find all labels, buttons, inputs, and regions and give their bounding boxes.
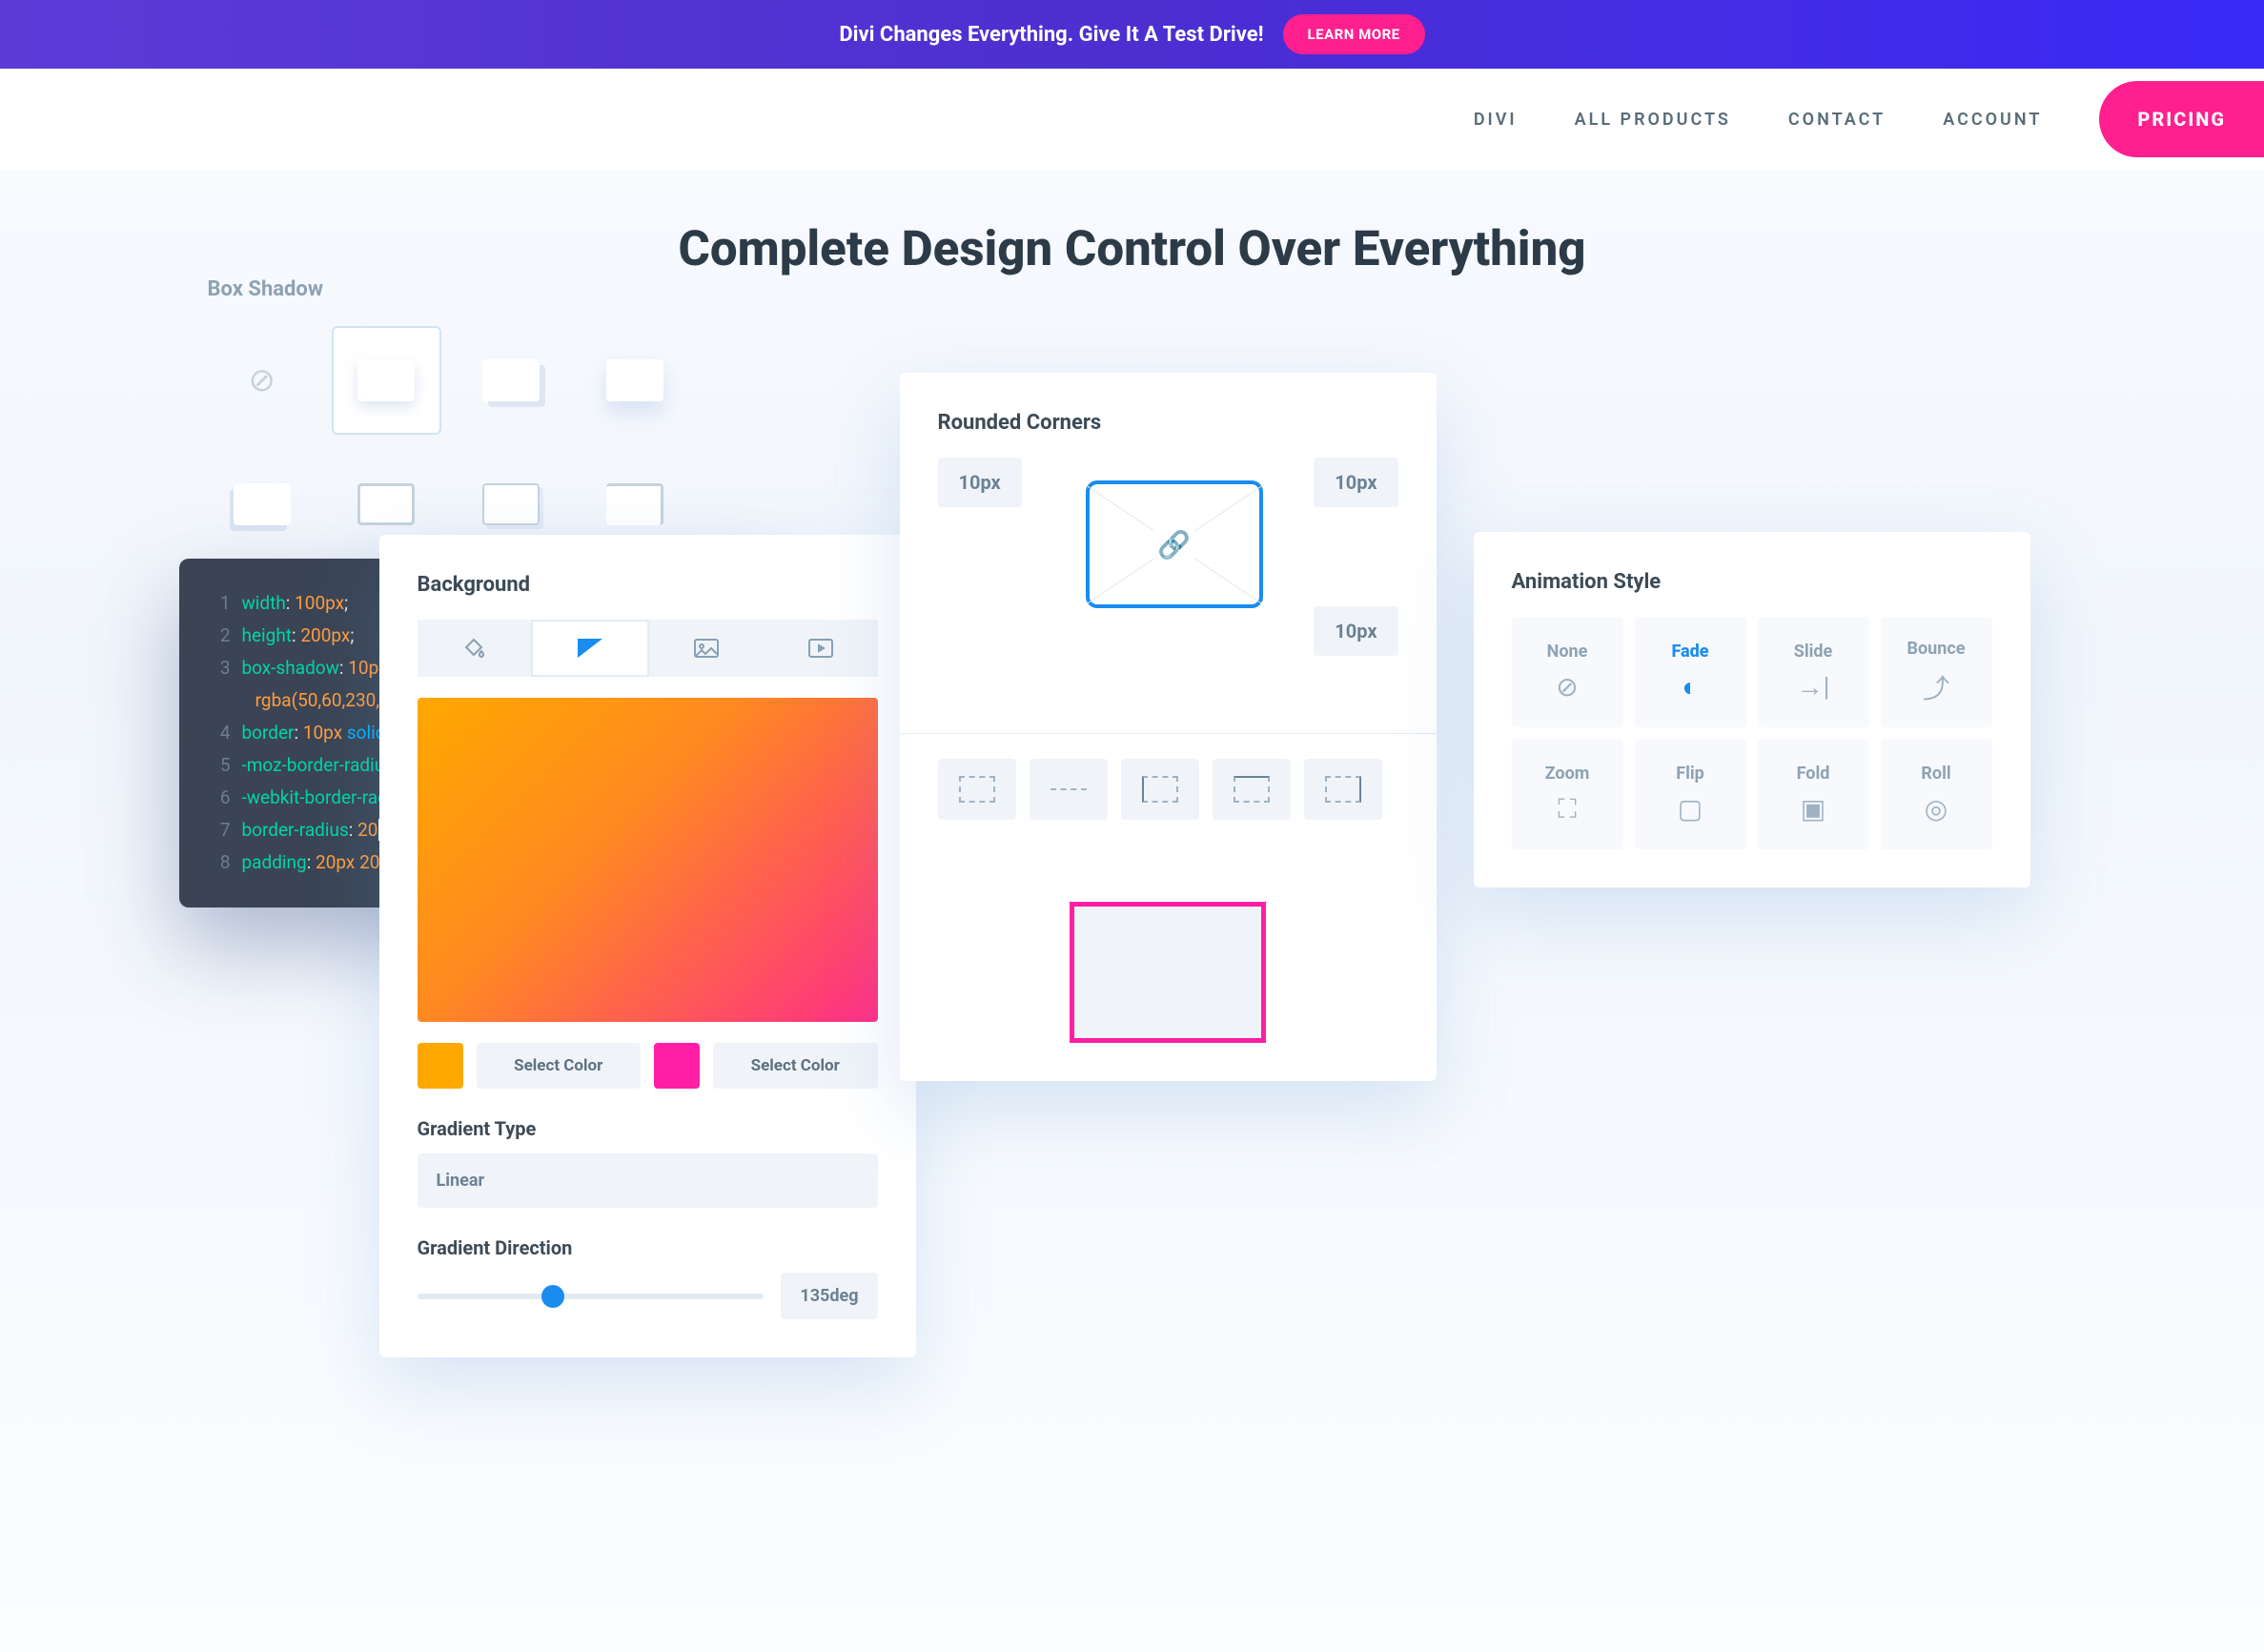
shadow-none[interactable]: ⊘ xyxy=(208,326,317,435)
page-title: Complete Design Control Over Everything xyxy=(0,221,2264,277)
anim-label: Zoom xyxy=(1545,764,1590,784)
corner-bottom-right[interactable]: 10px xyxy=(1314,606,1397,656)
gradient-type-select[interactable]: Linear xyxy=(418,1153,878,1208)
nav-all-products[interactable]: ALL PRODUCTS xyxy=(1575,110,1731,130)
gradient-preview xyxy=(418,698,878,1022)
border-style-2[interactable] xyxy=(1030,759,1108,820)
design-canvas: Background Select Color Select Color Gra… xyxy=(179,277,2086,1555)
anim-label: Roll xyxy=(1921,764,1950,784)
nav-divi[interactable]: DIVI xyxy=(1474,110,1518,130)
background-tabs xyxy=(418,620,878,677)
gradient-direction-slider[interactable] xyxy=(418,1294,765,1299)
tab-video[interactable] xyxy=(764,620,878,677)
background-title: Background xyxy=(418,573,878,597)
promo-banner: Divi Changes Everything. Give It A Test … xyxy=(0,0,2264,69)
banner-text: Divi Changes Everything. Give It A Test … xyxy=(839,23,1263,47)
anim-icon: ▣ xyxy=(1801,793,1825,825)
nav-contact[interactable]: CONTACT xyxy=(1788,110,1886,130)
anim-none[interactable]: None ⊘ xyxy=(1512,617,1623,727)
animation-title: Animation Style xyxy=(1512,570,1992,594)
anim-zoom[interactable]: Zoom ⛶ xyxy=(1512,739,1623,849)
anim-label: Fade xyxy=(1671,642,1708,662)
anim-label: Bounce xyxy=(1907,639,1966,659)
anim-label: Slide xyxy=(1794,642,1832,662)
corner-link-box[interactable]: 🔗 xyxy=(1086,480,1263,608)
swatch-1[interactable] xyxy=(418,1043,463,1089)
gradient-type-label: Gradient Type xyxy=(418,1117,878,1140)
shadow-preset-1[interactable] xyxy=(332,326,441,435)
hero: Complete Design Control Over Everything xyxy=(0,170,2264,277)
gradient-direction-label: Gradient Direction xyxy=(418,1236,878,1259)
slider-thumb[interactable] xyxy=(541,1285,564,1308)
anim-fold[interactable]: Fold ▣ xyxy=(1758,739,1869,849)
main-nav: DIVI ALL PRODUCTS CONTACT ACCOUNT PRICIN… xyxy=(0,69,2264,170)
pricing-button[interactable]: PRICING xyxy=(2099,81,2264,157)
rounded-corners-title: Rounded Corners xyxy=(938,411,1398,435)
anim-flip[interactable]: Flip ▢ xyxy=(1635,739,1746,849)
none-icon: ⊘ xyxy=(249,361,276,399)
image-icon xyxy=(694,639,719,658)
corner-top-right[interactable]: 10px xyxy=(1314,458,1397,507)
box-shadow-title: Box Shadow xyxy=(208,277,690,301)
gradient-direction-value[interactable]: 135deg xyxy=(781,1273,877,1319)
anim-slide[interactable]: Slide →| xyxy=(1758,617,1869,727)
corner-top-left[interactable]: 10px xyxy=(938,458,1022,507)
anim-fade[interactable]: Fade ◐ xyxy=(1635,617,1746,727)
anim-icon: →| xyxy=(1797,671,1830,703)
anim-label: Fold xyxy=(1797,764,1830,784)
anim-icon: ⊘ xyxy=(1556,671,1578,703)
border-preview xyxy=(1070,902,1266,1043)
anim-roll[interactable]: Roll ◎ xyxy=(1881,739,1992,849)
rounded-corners-panel: Rounded Corners 10px 10px 10px 🔗 xyxy=(900,373,1437,1081)
gradient-icon xyxy=(578,639,602,658)
anim-label: Flip xyxy=(1676,764,1704,784)
select-color-2[interactable]: Select Color xyxy=(713,1043,878,1089)
link-icon: 🔗 xyxy=(1153,525,1194,564)
anim-icon: ▢ xyxy=(1678,793,1703,825)
animation-panel: Animation Style None ⊘ Fade ◐ Slide →| Bounce ⤴… xyxy=(1474,532,2030,887)
border-style-3[interactable] xyxy=(1121,759,1199,820)
anim-bounce[interactable]: Bounce ⤴ xyxy=(1881,617,1992,727)
anim-icon: ◐ xyxy=(1683,671,1699,703)
anim-label: None xyxy=(1547,642,1588,662)
shadow-preset-4[interactable] xyxy=(208,450,317,559)
anim-icon: ⛶ xyxy=(1558,793,1577,826)
box-shadow-panel: Box Shadow ⊘ xyxy=(179,277,719,559)
shadow-preset-3[interactable] xyxy=(581,326,690,435)
swatch-2[interactable] xyxy=(654,1043,700,1089)
tab-gradient[interactable] xyxy=(531,620,649,677)
background-panel: Background Select Color Select Color Gra… xyxy=(379,535,916,1357)
nav-account[interactable]: ACCOUNT xyxy=(1943,110,2042,130)
border-style-5[interactable] xyxy=(1304,759,1382,820)
video-icon xyxy=(808,639,833,658)
anim-icon: ⤴ xyxy=(1923,668,1949,706)
anim-icon: ◎ xyxy=(1925,793,1948,825)
paint-bucket-icon xyxy=(462,637,485,660)
border-style-4[interactable] xyxy=(1213,759,1291,820)
select-color-1[interactable]: Select Color xyxy=(477,1043,642,1089)
learn-more-button[interactable]: LEARN MORE xyxy=(1283,14,1425,54)
border-style-1[interactable] xyxy=(938,759,1016,820)
shadow-preset-2[interactable] xyxy=(457,326,566,435)
tab-image[interactable] xyxy=(649,620,764,677)
tab-color[interactable] xyxy=(418,620,532,677)
